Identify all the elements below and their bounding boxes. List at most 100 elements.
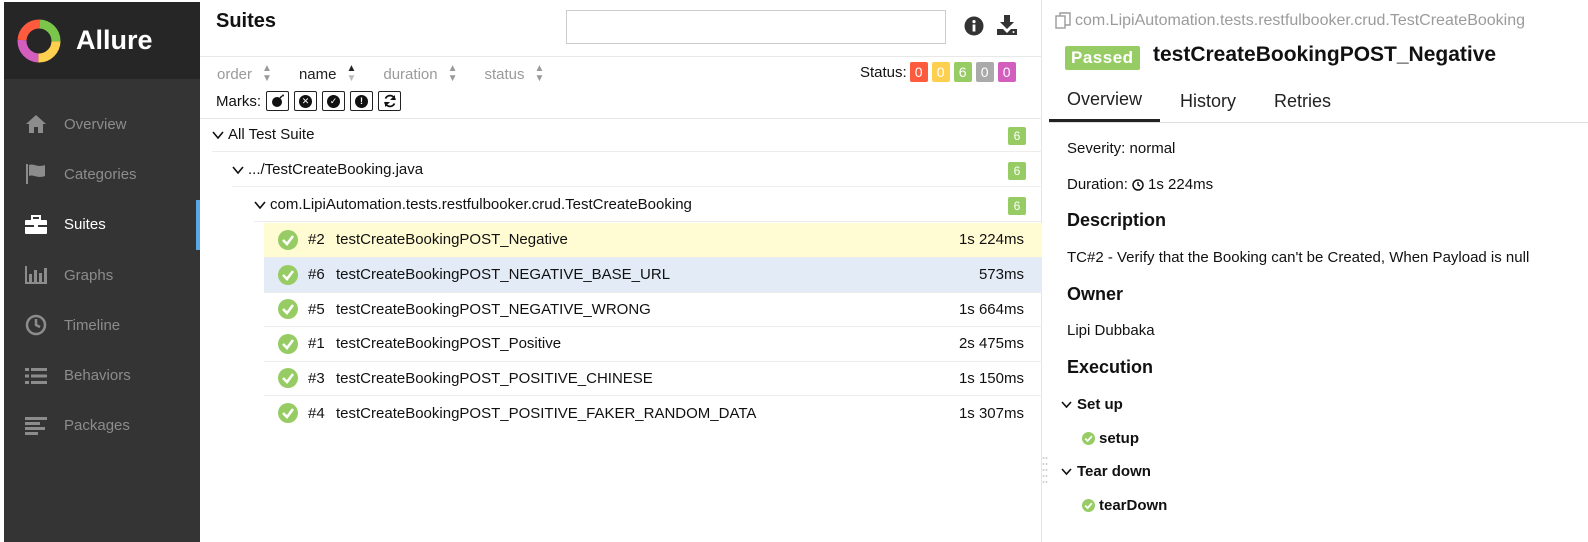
passed-check-icon	[278, 229, 298, 250]
check-circle-icon: ✓	[327, 94, 340, 108]
test-duration: 1s 307ms	[958, 404, 1024, 422]
download-icon[interactable]	[996, 14, 1018, 36]
test-duration: 1s 150ms	[958, 369, 1024, 387]
mark-flaky-toggle[interactable]	[266, 91, 289, 111]
status-failed-toggle[interactable]: 0	[909, 62, 928, 82]
sort-status[interactable]: status ▲ ▼	[485, 64, 545, 84]
group-count-badge: 6	[1008, 197, 1026, 215]
marks-filter: Marks: ✕ ✓ !	[216, 91, 401, 111]
test-name: testCreateBookingPOST_Negative	[336, 231, 568, 249]
times-circle-icon: ✕	[299, 94, 312, 108]
clock-icon	[24, 313, 48, 337]
sidebar-item-label: Graphs	[64, 266, 114, 284]
sidebar-item-timeline[interactable]: Timeline	[4, 300, 200, 350]
tab-retries[interactable]: Retries	[1256, 80, 1349, 122]
sort-arrows-icon: ▲ ▼	[262, 63, 272, 84]
sidebar-item-suites[interactable]: Suites	[4, 199, 200, 251]
mark-new-broken-toggle[interactable]: !	[350, 91, 373, 111]
sidebar-item-label: Suites	[64, 216, 106, 234]
app-name: Allure	[76, 25, 153, 55]
sidebar-item-packages[interactable]: Packages	[4, 401, 200, 451]
test-row[interactable]: #3 testCreateBookingPOST_POSITIVE_CHINES…	[264, 362, 1042, 396]
teardown-heading: Tear down	[1077, 463, 1151, 480]
sidebar-item-label: Categories	[64, 165, 137, 183]
passed-check-icon	[278, 368, 298, 389]
test-name: testCreateBookingPOST_NEGATIVE_WRONG	[336, 300, 651, 318]
bar-chart-icon	[24, 263, 48, 287]
info-icon[interactable]	[964, 16, 984, 36]
passed-check-icon	[278, 333, 298, 354]
pane-resize-handle[interactable]	[1042, 455, 1048, 485]
mark-retries-toggle[interactable]	[378, 91, 401, 111]
refresh-icon	[383, 94, 396, 108]
group-count-badge: 6	[1008, 127, 1026, 145]
test-row[interactable]: #6 testCreateBookingPOST_NEGATIVE_BASE_U…	[264, 258, 1042, 293]
group-label: com.LipiAutomation.tests.restfulbooker.c…	[270, 196, 692, 213]
tree-group-test-class[interactable]: com.LipiAutomation.tests.restfulbooker.c…	[254, 188, 1042, 222]
duration-value: 1s 224ms	[1148, 176, 1214, 193]
status-unknown-toggle[interactable]: 0	[997, 62, 1016, 82]
sort-name[interactable]: name ▲ ▼	[299, 64, 356, 84]
passed-check-icon	[1082, 432, 1095, 445]
severity: Severity: normal	[1067, 140, 1176, 157]
test-row[interactable]: #2 testCreateBookingPOST_Negative 1s 224…	[264, 223, 1042, 258]
status-badge: Passed	[1065, 46, 1140, 70]
mark-new-passed-toggle[interactable]: ✓	[322, 91, 345, 111]
sidebar-item-label: Behaviors	[64, 367, 131, 385]
sort-asc-icon: ▲ ▼	[346, 63, 357, 84]
test-number: #6	[308, 266, 325, 284]
teardown-section-toggle[interactable]: Tear down	[1061, 463, 1151, 480]
sidebar-item-categories[interactable]: Categories	[4, 149, 200, 199]
sidebar-item-label: Packages	[64, 417, 130, 435]
tree-group-java-file[interactable]: .../TestCreateBooking.java 6	[232, 153, 1042, 187]
test-duration: 2s 475ms	[958, 335, 1024, 353]
setup-step[interactable]: setup	[1082, 430, 1139, 447]
test-number: #4	[308, 404, 325, 422]
flag-icon	[24, 162, 48, 186]
duration: Duration: 1s 224ms	[1067, 176, 1213, 193]
test-path[interactable]: com.LipiAutomation.tests.restfulbooker.c…	[1055, 12, 1588, 30]
test-duration: 573ms	[978, 266, 1024, 284]
header-divider	[200, 56, 1042, 57]
mark-new-failed-toggle[interactable]: ✕	[294, 91, 317, 111]
description-text: TC#2 - Verify that the Booking can't be …	[1067, 249, 1530, 266]
sidebar: Allure Overview Categories Suites Graphs…	[4, 2, 200, 542]
align-left-icon	[24, 414, 48, 438]
clock-icon	[1132, 178, 1144, 191]
test-row[interactable]: #4 testCreateBookingPOST_POSITIVE_FAKER_…	[264, 396, 1042, 431]
test-row[interactable]: #5 testCreateBookingPOST_NEGATIVE_WRONG …	[264, 293, 1042, 327]
sidebar-item-overview[interactable]: Overview	[4, 99, 200, 149]
sidebar-item-graphs[interactable]: Graphs	[4, 250, 200, 300]
brand[interactable]: Allure	[4, 2, 200, 79]
group-label: .../TestCreateBooking.java	[248, 161, 424, 178]
owner-heading: Owner	[1067, 284, 1124, 304]
group-label: All Test Suite	[228, 126, 315, 143]
search-input[interactable]	[566, 10, 946, 44]
tree-group-all-suites[interactable]: All Test Suite 6	[212, 118, 1042, 152]
sort-duration[interactable]: duration ▲ ▼	[383, 64, 457, 84]
test-title: testCreateBookingPOST_Negative	[1153, 43, 1497, 66]
test-row[interactable]: #1 testCreateBookingPOST_Positive 2s 475…	[264, 327, 1042, 362]
setup-step-name: setup	[1099, 430, 1140, 447]
teardown-step[interactable]: tearDown	[1082, 497, 1167, 514]
status-broken-toggle[interactable]: 0	[931, 62, 950, 82]
teardown-step-name: tearDown	[1099, 497, 1168, 514]
setup-section-toggle[interactable]: Set up	[1061, 396, 1123, 413]
chevron-down-icon	[254, 200, 266, 209]
sort-order[interactable]: order ▲ ▼	[217, 64, 272, 84]
sort-arrows-icon: ▲ ▼	[534, 63, 545, 84]
sort-label: name	[298, 65, 337, 83]
tab-history[interactable]: History	[1160, 80, 1256, 122]
sidebar-nav: Overview Categories Suites Graphs Timeli…	[4, 99, 200, 451]
tab-overview[interactable]: Overview	[1049, 80, 1161, 122]
suites-tree-pane: Suites order ▲ ▼ name ▲ ▼ duration ▲ ▼ status ▲…	[200, 0, 1042, 542]
sidebar-item-behaviors[interactable]: Behaviors	[4, 350, 200, 400]
copy-icon	[1055, 12, 1071, 29]
chevron-down-icon	[232, 165, 244, 174]
sidebar-item-label: Overview	[64, 115, 127, 133]
duration-label: Duration:	[1067, 176, 1128, 193]
status-skipped-toggle[interactable]: 0	[975, 62, 994, 82]
status-passed-toggle[interactable]: 6	[953, 62, 972, 82]
marks-label: Marks:	[216, 92, 261, 110]
test-detail-pane: com.LipiAutomation.tests.restfulbooker.c…	[1049, 0, 1588, 542]
